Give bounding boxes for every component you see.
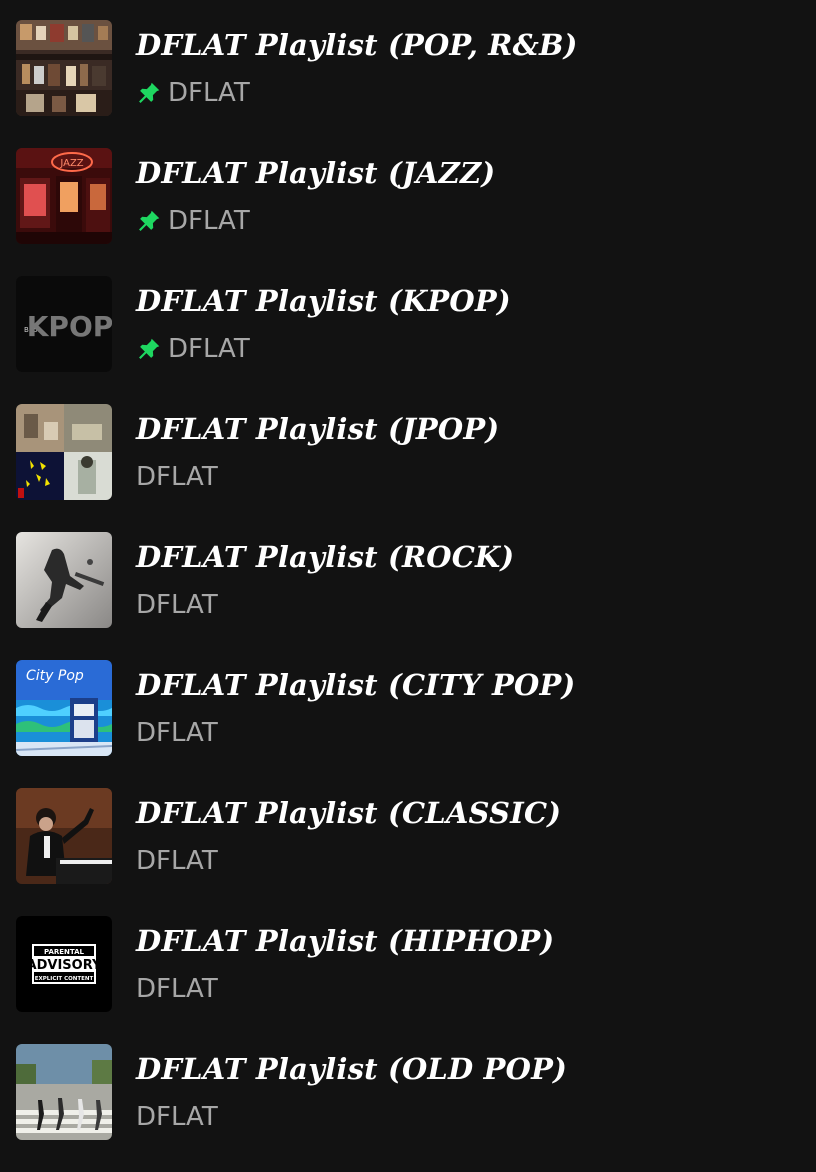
playlist-title: DFLAT Playlist (POP, R&B) — [136, 28, 578, 62]
playlist-row-jazz[interactable]: JAZZ DFLAT Playlist (JAZZ) DFLAT — [0, 148, 816, 276]
playlist-cover-jpop — [16, 404, 112, 500]
playlist-cover-classic — [16, 788, 112, 884]
playlist-cover-pop-rnb — [16, 20, 112, 116]
kpop-text-cover-icon: B15 KPOP — [16, 276, 112, 372]
playlist-subtitle: DFLAT — [136, 78, 250, 108]
playlist-row-rock[interactable]: DFLAT Playlist (ROCK) DFLAT — [0, 532, 816, 660]
playlist-title: DFLAT Playlist (JAZZ) — [136, 156, 496, 190]
city-pop-cover-icon: City Pop — [16, 660, 112, 756]
playlist-row-classic[interactable]: DFLAT Playlist (CLASSIC) DFLAT — [0, 788, 816, 916]
pin-icon — [136, 80, 162, 106]
playlist-title: DFLAT Playlist (HIPHOP) — [136, 924, 555, 958]
playlist-cover-kpop: B15 KPOP — [16, 276, 112, 372]
playlist-subtitle: DFLAT — [136, 590, 218, 620]
playlist-owner: DFLAT — [136, 1102, 218, 1132]
playlist-owner: DFLAT — [136, 462, 218, 492]
crosswalk-cover-icon — [16, 1044, 112, 1140]
jpop-collage-cover-icon — [16, 404, 112, 500]
advisory-text: ADVISORY — [27, 958, 102, 973]
playlist-subtitle: DFLAT — [136, 462, 218, 492]
playlist-cover-city-pop: City Pop — [16, 660, 112, 756]
playlist-row-pop-rnb[interactable]: DFLAT Playlist (POP, R&B) DFLAT — [0, 20, 816, 148]
playlist-subtitle: DFLAT — [136, 1102, 218, 1132]
kpop-cover-text: KPOP — [27, 310, 112, 343]
city-pop-cover-text: City Pop — [26, 668, 84, 684]
parental-text: PARENTAL — [44, 948, 85, 956]
playlist-title: DFLAT Playlist (KPOP) — [136, 284, 511, 318]
playlist-title: DFLAT Playlist (CLASSIC) — [136, 796, 562, 830]
playlist-row-kpop[interactable]: B15 KPOP DFLAT Playlist (KPOP) DFLAT — [0, 276, 816, 404]
playlist-cover-jazz: JAZZ — [16, 148, 112, 244]
playlist-cover-rock — [16, 532, 112, 628]
playlist-owner: DFLAT — [136, 974, 218, 1004]
explicit-content-text: EXPLICIT CONTENT — [35, 976, 94, 982]
playlist-owner: DFLAT — [168, 334, 250, 364]
playlist-row-old-pop[interactable]: DFLAT Playlist (OLD POP) DFLAT — [0, 1044, 816, 1172]
playlist-subtitle: DFLAT — [136, 846, 218, 876]
record-store-cover-icon — [16, 20, 112, 116]
playlist-owner: DFLAT — [168, 78, 250, 108]
playlist-title: DFLAT Playlist (OLD POP) — [136, 1052, 568, 1086]
playlist-list: DFLAT Playlist (POP, R&B) DFLAT JAZZ DFL… — [0, 20, 816, 1172]
playlist-subtitle: DFLAT — [136, 974, 218, 1004]
playlist-owner: DFLAT — [136, 590, 218, 620]
playlist-title: DFLAT Playlist (CITY POP) — [136, 668, 576, 702]
playlist-title: DFLAT Playlist (ROCK) — [136, 540, 515, 574]
pin-icon — [136, 336, 162, 362]
rock-guitarist-cover-icon — [16, 532, 112, 628]
playlist-owner: DFLAT — [136, 718, 218, 748]
playlist-owner: DFLAT — [136, 846, 218, 876]
playlist-owner: DFLAT — [168, 206, 250, 236]
playlist-subtitle: DFLAT — [136, 718, 218, 748]
parental-advisory-cover-icon: PARENTAL ADVISORY EXPLICIT CONTENT — [16, 916, 112, 1012]
playlist-cover-hiphop: PARENTAL ADVISORY EXPLICIT CONTENT — [16, 916, 112, 1012]
playlist-subtitle: DFLAT — [136, 334, 250, 364]
pianist-cover-icon — [16, 788, 112, 884]
playlist-subtitle: DFLAT — [136, 206, 250, 236]
playlist-title: DFLAT Playlist (JPOP) — [136, 412, 500, 446]
jazz-bar-cover-icon: JAZZ — [16, 148, 112, 244]
pin-icon — [136, 208, 162, 234]
jazz-sign-text: JAZZ — [59, 158, 83, 169]
playlist-row-jpop[interactable]: DFLAT Playlist (JPOP) DFLAT — [0, 404, 816, 532]
playlist-cover-old-pop — [16, 1044, 112, 1140]
playlist-row-city-pop[interactable]: City Pop DFLAT Playlist (CITY POP) DFLAT — [0, 660, 816, 788]
playlist-row-hiphop[interactable]: PARENTAL ADVISORY EXPLICIT CONTENT DFLAT… — [0, 916, 816, 1044]
